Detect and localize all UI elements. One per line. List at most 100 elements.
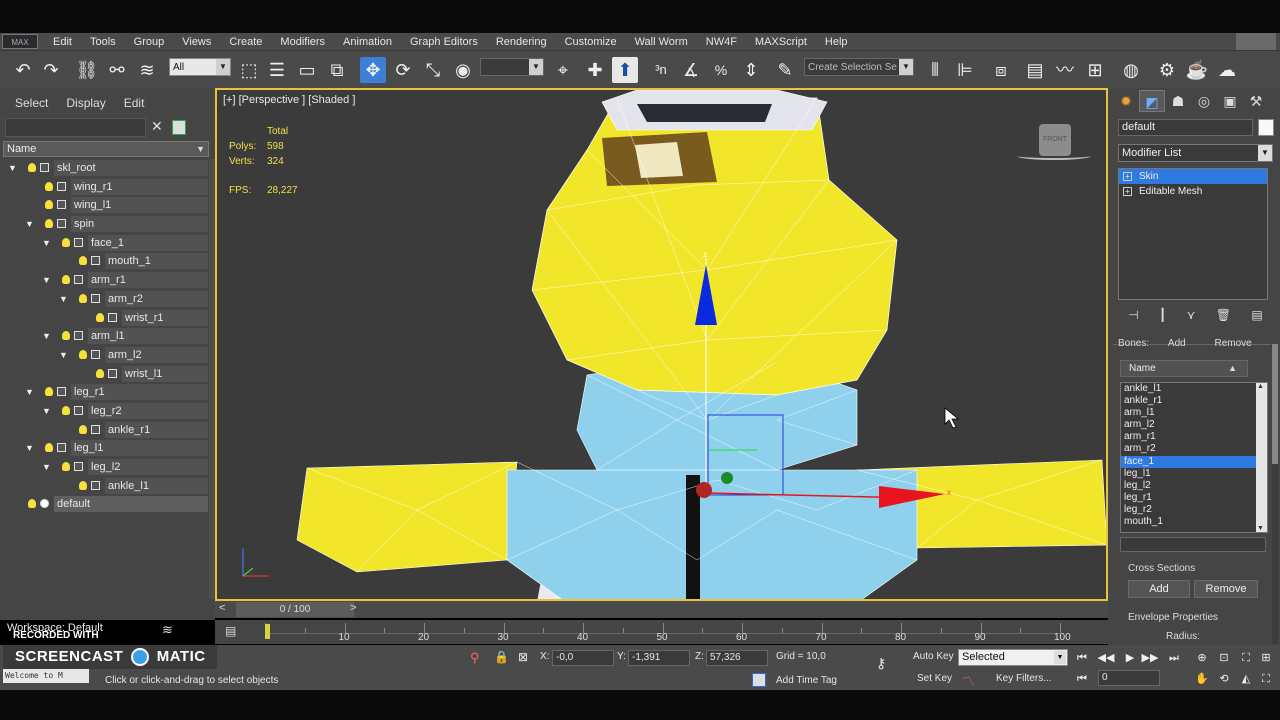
explorer-tab-display[interactable]: Display — [66, 96, 105, 116]
visibility-bulb-icon[interactable] — [28, 499, 36, 509]
menu-item-tools[interactable]: Tools — [81, 36, 125, 48]
align-icon[interactable]: ⊫ — [952, 57, 978, 83]
visibility-bulb-icon[interactable] — [45, 200, 53, 210]
tree-row[interactable]: ▼ arm_l2 — [0, 346, 210, 365]
menu-item-rendering[interactable]: Rendering — [487, 36, 556, 48]
command-panel-scrollbar[interactable] — [1272, 344, 1278, 644]
key-mode-dropdown[interactable]: Selected ▼ — [958, 649, 1068, 666]
selection-filter-dropdown[interactable]: All ▼ — [169, 58, 231, 76]
pivot-center-icon[interactable]: ⌖ — [550, 57, 576, 83]
key-mode-toggle-icon[interactable]: ⏮ — [1072, 671, 1092, 687]
visibility-bulb-icon[interactable] — [62, 275, 70, 285]
visibility-bulb-icon[interactable] — [96, 312, 104, 322]
tree-row[interactable]: ankle_r1 — [0, 421, 210, 440]
viewport-maximize-toggle-icon[interactable]: ⛶ — [1256, 671, 1276, 687]
visibility-bulb-icon[interactable] — [45, 181, 53, 191]
time-next-icon[interactable]: > — [350, 602, 356, 614]
render-production-icon[interactable]: ☁ — [1214, 57, 1240, 83]
default-tangent-icon[interactable]: 〽 — [962, 671, 975, 690]
bone-list-item[interactable]: arm_l1 — [1121, 407, 1267, 419]
bone-list-item[interactable]: arm_r2 — [1121, 443, 1267, 455]
visibility-bulb-icon[interactable] — [79, 480, 87, 490]
visibility-bulb-icon[interactable] — [62, 237, 70, 247]
explorer-tab-edit[interactable]: Edit — [124, 96, 145, 116]
schematic-view-icon[interactable]: ⊞ — [1082, 57, 1108, 83]
redo-icon[interactable]: ↷ — [38, 57, 64, 83]
layers-icon[interactable]: ≋ — [162, 622, 173, 638]
edit-named-selection-icon[interactable]: ✎ — [772, 57, 798, 83]
time-slider[interactable]: 0 / 100 — [236, 602, 354, 617]
play-icon[interactable]: ▶ — [1120, 650, 1140, 666]
bones-remove-button[interactable]: Remove — [1215, 338, 1252, 349]
bone-list-item[interactable]: leg_r2 — [1121, 504, 1267, 516]
bones-add-button[interactable]: Add — [1168, 338, 1186, 349]
maximize-viewport-icon[interactable]: ⛶ — [1236, 650, 1256, 666]
prev-frame-icon[interactable]: ◀◀ — [1096, 650, 1116, 666]
tree-row[interactable]: wrist_r1 — [0, 309, 210, 328]
angle-snap-icon[interactable]: ∡ — [678, 57, 704, 83]
remove-modifier-icon[interactable]: 🗑 — [1216, 308, 1231, 326]
bone-list-item[interactable]: ankle_r1 — [1121, 395, 1267, 407]
tree-row[interactable]: wing_r1 — [0, 178, 210, 197]
tree-row[interactable]: ▼ leg_l1 — [0, 439, 210, 458]
bone-list-item[interactable]: leg_r1 — [1121, 492, 1267, 504]
pin-stack-icon[interactable]: ⊣ — [1128, 308, 1138, 326]
current-frame-field[interactable]: 0 — [1098, 670, 1160, 686]
bone-list-item[interactable]: face_1 — [1121, 455, 1267, 468]
bone-list-item[interactable]: ankle_l1 — [1121, 383, 1267, 395]
visibility-bulb-icon[interactable] — [79, 293, 87, 303]
explorer-tab-select[interactable]: Select — [15, 96, 48, 116]
select-object-icon[interactable]: ⬚ — [236, 57, 262, 83]
goto-end-icon[interactable]: ⏭ — [1164, 650, 1184, 666]
toggle-ribbon-icon[interactable]: ▤ — [1022, 57, 1048, 83]
expand-icon[interactable]: + — [1123, 172, 1132, 181]
goto-start-icon[interactable]: ⏮ — [1072, 650, 1092, 666]
percent-snap-icon[interactable]: % — [708, 57, 734, 83]
keyboard-shortcut-override-icon[interactable]: ⬆ — [612, 57, 638, 83]
modifier-list-dropdown[interactable]: Modifier List ▼ — [1118, 144, 1273, 162]
expand-toggle-icon[interactable]: ▼ — [59, 346, 68, 365]
stack-item-editable-mesh[interactable]: + Editable Mesh — [1119, 184, 1267, 199]
tree-row[interactable]: ▼ face_1 — [0, 234, 210, 253]
tree-row[interactable]: ▼ leg_r2 — [0, 402, 210, 421]
tree-row[interactable]: ▼ arm_r1 — [0, 271, 210, 290]
show-end-result-icon[interactable]: ┃ — [1159, 308, 1166, 326]
explorer-filter-icon[interactable] — [172, 120, 186, 135]
tree-row[interactable]: ankle_l1 — [0, 477, 210, 496]
expand-toggle-icon[interactable]: ▼ — [42, 458, 51, 477]
modify-tab-icon[interactable]: ◩ — [1139, 90, 1165, 112]
add-time-tag[interactable]: Add Time Tag — [776, 675, 837, 686]
bone-list-item[interactable]: arm_r1 — [1121, 431, 1267, 443]
named-selection-sets-dropdown[interactable]: Create Selection Se ▼ — [804, 58, 914, 76]
visibility-bulb-icon[interactable] — [79, 256, 87, 266]
tree-row[interactable]: ▼ skl_root — [0, 159, 210, 178]
explorer-search-input[interactable] — [5, 118, 146, 137]
visibility-bulb-icon[interactable] — [62, 331, 70, 341]
track-bar[interactable]: ▤ 10 20 30 40 50 60 70 80 90 100 — [215, 620, 1108, 644]
tree-row[interactable]: ▼ arm_l1 — [0, 327, 210, 346]
z-coord-field[interactable]: 57,326 — [706, 650, 768, 666]
tree-row[interactable]: ▼ arm_r2 — [0, 290, 210, 309]
clear-search-icon[interactable]: ✕ — [151, 118, 163, 135]
create-tab-icon[interactable]: ✹ — [1113, 90, 1139, 112]
visibility-bulb-icon[interactable] — [28, 163, 36, 172]
coordinate-system-dropdown[interactable]: ▼ — [480, 58, 544, 76]
visibility-bulb-icon[interactable] — [45, 387, 53, 397]
expand-icon[interactable]: + — [1123, 187, 1132, 196]
bones-list-scrollbar[interactable] — [1256, 383, 1267, 532]
time-prev-icon[interactable]: < — [219, 602, 225, 614]
spinner-snap-icon[interactable]: ⇕ — [738, 57, 764, 83]
visibility-bulb-icon[interactable] — [45, 443, 53, 453]
cross-section-remove-button[interactable]: Remove — [1194, 580, 1258, 598]
selection-lock-icon[interactable]: 🔒 — [494, 650, 509, 664]
select-rotate-icon[interactable]: ⟳ — [390, 57, 416, 83]
expand-toggle-icon[interactable]: ▼ — [8, 159, 17, 178]
unlink-icon[interactable]: ⚯ — [104, 57, 130, 83]
material-editor-icon[interactable]: ◍ — [1118, 57, 1144, 83]
y-coord-field[interactable]: -1,391 — [628, 650, 690, 666]
auto-key-button[interactable]: Auto Key — [913, 651, 954, 662]
visibility-bulb-icon[interactable] — [45, 219, 53, 229]
undo-icon[interactable]: ↶ — [10, 57, 36, 83]
menu-item-group[interactable]: Group — [125, 36, 174, 48]
key-icon[interactable]: ⚷ — [876, 655, 886, 672]
